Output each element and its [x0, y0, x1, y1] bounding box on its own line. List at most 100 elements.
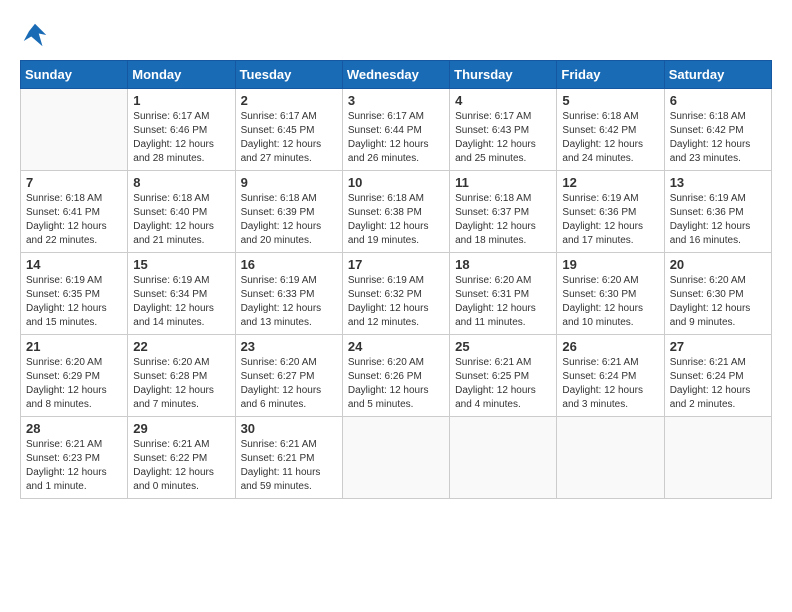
day-number: 20 — [670, 257, 766, 272]
weekday-header-tuesday: Tuesday — [235, 61, 342, 89]
day-info: Sunrise: 6:18 AMSunset: 6:40 PMDaylight:… — [133, 192, 229, 248]
calendar-cell: 22Sunrise: 6:20 AMSunset: 6:28 PMDayligh… — [128, 335, 235, 417]
day-info: Sunrise: 6:19 AMSunset: 6:35 PMDaylight:… — [26, 274, 122, 330]
day-info: Sunrise: 6:19 AMSunset: 6:32 PMDaylight:… — [348, 274, 444, 330]
day-number: 25 — [455, 339, 551, 354]
day-number: 30 — [241, 421, 337, 436]
day-number: 23 — [241, 339, 337, 354]
day-number: 21 — [26, 339, 122, 354]
calendar-cell: 14 Sunrise: 6:19 AMSunset: 6:35 PMDayligh… — [21, 253, 128, 335]
weekday-header-wednesday: Wednesday — [342, 61, 449, 89]
day-info: Sunrise: 6:18 AMSunset: 6:39 PMDaylight:… — [241, 192, 337, 248]
calendar-cell: 27 Sunrise: 6:21 AMSunset: 6:24 PMDayligh… — [664, 335, 771, 417]
weekday-header-saturday: Saturday — [664, 61, 771, 89]
day-number: 16 — [241, 257, 337, 272]
day-info: Sunrise: 6:18 AMSunset: 6:38 PMDaylight:… — [348, 192, 444, 248]
day-number: 19 — [562, 257, 658, 272]
calendar-cell: 28 Sunrise: 6:21 AMSunset: 6:23 PMDayligh… — [21, 417, 128, 499]
day-number: 14 — [26, 257, 122, 272]
weekday-header-thursday: Thursday — [450, 61, 557, 89]
day-number: 7 — [26, 175, 122, 190]
day-number: 5 — [562, 93, 658, 108]
weekday-header-row: SundayMondayTuesdayWednesdayThursdayFrid… — [21, 61, 772, 89]
calendar-week-3: 14 Sunrise: 6:19 AMSunset: 6:35 PMDayligh… — [21, 253, 772, 335]
calendar-cell: 29 Sunrise: 6:21 AMSunset: 6:22 PMDayligh… — [128, 417, 235, 499]
calendar-cell: 12 Sunrise: 6:19 AMSunset: 6:36 PMDayligh… — [557, 171, 664, 253]
day-info: Sunrise: 6:21 AMSunset: 6:24 PMDaylight:… — [670, 356, 766, 412]
calendar-cell: 4 Sunrise: 6:17 AMSunset: 6:43 PMDaylight… — [450, 89, 557, 171]
calendar-cell: 13 Sunrise: 6:19 AMSunset: 6:36 PMDayligh… — [664, 171, 771, 253]
calendar-cell: 16 Sunrise: 6:19 AMSunset: 6:33 PMDayligh… — [235, 253, 342, 335]
calendar-cell — [557, 417, 664, 499]
day-info: Sunrise: 6:20 AMSunset: 6:30 PMDaylight:… — [562, 274, 658, 330]
calendar-week-2: 7 Sunrise: 6:18 AMSunset: 6:41 PMDaylight… — [21, 171, 772, 253]
calendar-cell: 2Sunrise: 6:17 AMSunset: 6:45 PMDaylight… — [235, 89, 342, 171]
calendar-cell: 26 Sunrise: 6:21 AMSunset: 6:24 PMDayligh… — [557, 335, 664, 417]
day-info: Sunrise: 6:19 AMSunset: 6:34 PMDaylight:… — [133, 274, 229, 330]
day-number: 24 — [348, 339, 444, 354]
weekday-header-monday: Monday — [128, 61, 235, 89]
calendar-cell: 30 Sunrise: 6:21 AMSunset: 6:21 PMDayligh… — [235, 417, 342, 499]
calendar-week-1: 1 Sunrise: 6:17 AMSunset: 6:46 PMDaylight… — [21, 89, 772, 171]
day-info: Sunrise: 6:17 AMSunset: 6:44 PMDaylight:… — [348, 110, 444, 166]
calendar-cell: 9 Sunrise: 6:18 AMSunset: 6:39 PMDaylight… — [235, 171, 342, 253]
calendar-cell — [342, 417, 449, 499]
logo — [20, 20, 54, 50]
day-number: 17 — [348, 257, 444, 272]
calendar-cell: 7 Sunrise: 6:18 AMSunset: 6:41 PMDaylight… — [21, 171, 128, 253]
day-info: Sunrise: 6:21 AMSunset: 6:24 PMDaylight:… — [562, 356, 658, 412]
day-info: Sunrise: 6:19 AMSunset: 6:36 PMDaylight:… — [670, 192, 766, 248]
day-number: 29 — [133, 421, 229, 436]
day-number: 13 — [670, 175, 766, 190]
day-info: Sunrise: 6:19 AMSunset: 6:33 PMDaylight:… — [241, 274, 337, 330]
calendar-cell — [21, 89, 128, 171]
day-info: Sunrise: 6:17 AMSunset: 6:45 PMDaylight:… — [241, 110, 337, 166]
day-number: 4 — [455, 93, 551, 108]
day-info: Sunrise: 6:20 AMSunset: 6:29 PMDaylight:… — [26, 356, 122, 412]
calendar-cell: 20 Sunrise: 6:20 AMSunset: 6:30 PMDayligh… — [664, 253, 771, 335]
day-info: Sunrise: 6:20 AMSunset: 6:27 PMDaylight:… — [241, 356, 337, 412]
calendar-cell: 25 Sunrise: 6:21 AMSunset: 6:25 PMDayligh… — [450, 335, 557, 417]
calendar-cell: 10 Sunrise: 6:18 AMSunset: 6:38 PMDayligh… — [342, 171, 449, 253]
day-number: 15 — [133, 257, 229, 272]
day-info: Sunrise: 6:21 AMSunset: 6:21 PMDaylight:… — [241, 438, 337, 494]
day-number: 3 — [348, 93, 444, 108]
day-info: Sunrise: 6:21 AMSunset: 6:25 PMDaylight:… — [455, 356, 551, 412]
day-number: 27 — [670, 339, 766, 354]
calendar-cell: 15 Sunrise: 6:19 AMSunset: 6:34 PMDayligh… — [128, 253, 235, 335]
weekday-header-friday: Friday — [557, 61, 664, 89]
calendar-cell: 21 Sunrise: 6:20 AMSunset: 6:29 PMDayligh… — [21, 335, 128, 417]
calendar-cell — [450, 417, 557, 499]
day-info: Sunrise: 6:18 AMSunset: 6:37 PMDaylight:… — [455, 192, 551, 248]
calendar-week-5: 28 Sunrise: 6:21 AMSunset: 6:23 PMDayligh… — [21, 417, 772, 499]
day-number: 8 — [133, 175, 229, 190]
day-number: 10 — [348, 175, 444, 190]
day-number: 11 — [455, 175, 551, 190]
day-info: Sunrise: 6:20 AMSunset: 6:30 PMDaylight:… — [670, 274, 766, 330]
day-info: Sunrise: 6:17 AMSunset: 6:43 PMDaylight:… — [455, 110, 551, 166]
day-number: 26 — [562, 339, 658, 354]
calendar-cell: 18Sunrise: 6:20 AMSunset: 6:31 PMDayligh… — [450, 253, 557, 335]
day-number: 12 — [562, 175, 658, 190]
day-info: Sunrise: 6:19 AMSunset: 6:36 PMDaylight:… — [562, 192, 658, 248]
day-info: Sunrise: 6:18 AMSunset: 6:41 PMDaylight:… — [26, 192, 122, 248]
day-number: 1 — [133, 93, 229, 108]
calendar-cell: 11 Sunrise: 6:18 AMSunset: 6:37 PMDayligh… — [450, 171, 557, 253]
logo-icon — [20, 20, 50, 50]
day-info: Sunrise: 6:21 AMSunset: 6:22 PMDaylight:… — [133, 438, 229, 494]
day-info: Sunrise: 6:17 AMSunset: 6:46 PMDaylight:… — [133, 110, 229, 166]
day-info: Sunrise: 6:20 AMSunset: 6:28 PMDaylight:… — [133, 356, 229, 412]
calendar-cell: 23 Sunrise: 6:20 AMSunset: 6:27 PMDayligh… — [235, 335, 342, 417]
calendar-cell: 5 Sunrise: 6:18 AMSunset: 6:42 PMDaylight… — [557, 89, 664, 171]
calendar-cell: 8 Sunrise: 6:18 AMSunset: 6:40 PMDaylight… — [128, 171, 235, 253]
day-number: 6 — [670, 93, 766, 108]
day-info: Sunrise: 6:21 AMSunset: 6:23 PMDaylight:… — [26, 438, 122, 494]
day-info: Sunrise: 6:18 AMSunset: 6:42 PMDaylight:… — [562, 110, 658, 166]
day-info: Sunrise: 6:20 AMSunset: 6:26 PMDaylight:… — [348, 356, 444, 412]
page-header — [20, 20, 772, 50]
day-info: Sunrise: 6:18 AMSunset: 6:42 PMDaylight:… — [670, 110, 766, 166]
day-number: 9 — [241, 175, 337, 190]
day-number: 28 — [26, 421, 122, 436]
calendar-cell: 19 Sunrise: 6:20 AMSunset: 6:30 PMDayligh… — [557, 253, 664, 335]
calendar-cell: 3 Sunrise: 6:17 AMSunset: 6:44 PMDaylight… — [342, 89, 449, 171]
